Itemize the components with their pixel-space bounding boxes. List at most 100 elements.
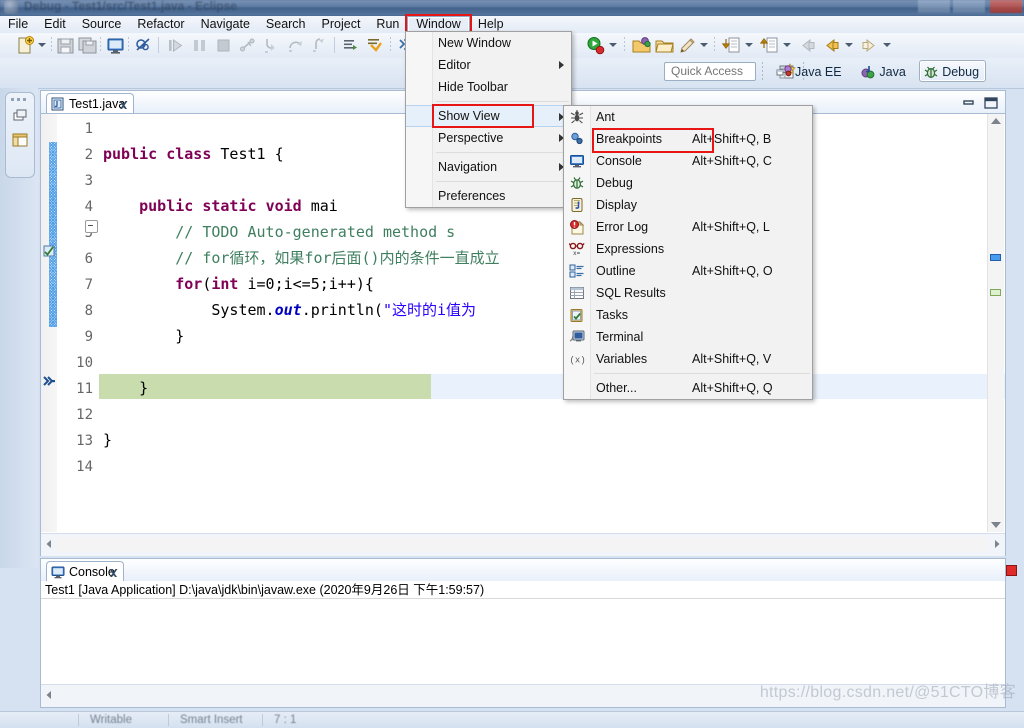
overview-marker-occurrence[interactable] xyxy=(990,289,1001,296)
terminate-icon[interactable] xyxy=(214,36,233,55)
skip-all-breakpoints-icon[interactable] xyxy=(134,36,153,55)
editor-tab-test1-java[interactable]: Test1.java xyxy=(46,93,135,114)
window-menu-item-editor[interactable]: Editor xyxy=(406,54,571,76)
minimize-view-icon[interactable] xyxy=(961,97,977,112)
forward-arrow-icon[interactable] xyxy=(860,36,879,55)
editor-minmax-controls[interactable] xyxy=(961,94,1001,110)
show-view-item-debug[interactable]: Debug xyxy=(564,172,812,194)
step-into-icon[interactable] xyxy=(262,36,281,55)
menubar-item-run[interactable]: Run xyxy=(368,16,407,33)
run-last-tool-icon[interactable] xyxy=(366,36,385,55)
window-controls[interactable] xyxy=(914,0,1024,14)
menubar-item-file[interactable]: File xyxy=(0,16,36,33)
save-all-icon[interactable] xyxy=(78,36,97,55)
minimize-button[interactable] xyxy=(918,0,950,13)
save-icon[interactable] xyxy=(56,36,75,55)
run-dropdown-icon[interactable] xyxy=(609,43,617,47)
window-menu-item-new-window[interactable]: New Window xyxy=(406,32,571,54)
show-view-item-variables[interactable]: (x)= Variables Alt+Shift+Q, V xyxy=(564,348,812,370)
console-output[interactable] xyxy=(41,599,1005,685)
quick-access-input[interactable] xyxy=(664,62,756,81)
hscroll-left-arrow-icon[interactable] xyxy=(43,689,55,704)
close-icon[interactable] xyxy=(118,97,129,109)
console-toggle-icon[interactable] xyxy=(106,36,125,55)
code-line[interactable]: } xyxy=(103,427,112,453)
step-return-icon[interactable] xyxy=(310,36,329,55)
show-view-item-error-log[interactable]: Error Log Alt+Shift+Q, L xyxy=(564,216,812,238)
forward-dropdown-icon[interactable] xyxy=(883,43,891,47)
minimized-view-stack[interactable] xyxy=(5,92,35,178)
editor-vertical-scrollbar[interactable] xyxy=(987,114,1004,532)
close-icon[interactable] xyxy=(108,565,119,577)
import-icon[interactable] xyxy=(721,36,741,55)
menubar-item-project[interactable]: Project xyxy=(314,16,369,33)
import-dropdown-icon[interactable] xyxy=(745,43,753,47)
show-view-item-expressions[interactable]: x= Expressions xyxy=(564,238,812,260)
back-arrow-active-icon[interactable] xyxy=(822,36,841,55)
menubar-item-search[interactable]: Search xyxy=(258,16,314,33)
code-line[interactable]: public class Test1 { xyxy=(103,141,284,167)
menubar-item-edit[interactable]: Edit xyxy=(36,16,74,33)
export-icon[interactable] xyxy=(759,36,779,55)
code-line[interactable]: } xyxy=(103,375,148,401)
overview-marker-task[interactable] xyxy=(990,254,1001,261)
perspective-button-debug[interactable]: Debug xyxy=(919,60,987,82)
code-line[interactable]: // for循环，如果for后面()内的条件一直成立 xyxy=(103,245,499,271)
show-view-item-console[interactable]: Console Alt+Shift+Q, C xyxy=(564,150,812,172)
show-view-item-sql-results[interactable]: SQL Results xyxy=(564,282,812,304)
perspective-button-java-ee[interactable]: Java EE xyxy=(772,60,849,82)
show-view-item-breakpoints[interactable]: Breakpoints Alt+Shift+Q, B xyxy=(564,128,812,150)
new-wizard-dropdown-icon[interactable] xyxy=(38,43,46,47)
menubar-item-navigate[interactable]: Navigate xyxy=(193,16,258,33)
show-view-item-terminal[interactable]: Terminal xyxy=(564,326,812,348)
show-view-item-tasks[interactable]: Tasks xyxy=(564,304,812,326)
close-button[interactable] xyxy=(990,0,1022,13)
open-folder-icon[interactable] xyxy=(655,36,674,55)
menubar-item-refactor[interactable]: Refactor xyxy=(129,16,192,33)
restore-stack-icon[interactable] xyxy=(11,107,29,125)
package-explorer-icon[interactable] xyxy=(11,131,29,149)
export-dropdown-icon[interactable] xyxy=(783,43,791,47)
new-wizard-icon[interactable] xyxy=(16,36,35,55)
disconnect-icon[interactable] xyxy=(238,36,257,55)
editor-horizontal-scrollbar[interactable] xyxy=(57,537,987,552)
window-menu-item-hide-toolbar[interactable]: Hide Toolbar xyxy=(406,76,571,98)
show-view-item-outline[interactable]: Outline Alt+Shift+Q, O xyxy=(564,260,812,282)
step-by-step-icon[interactable] xyxy=(342,36,361,55)
task-marker-icon[interactable] xyxy=(42,244,56,261)
show-view-submenu[interactable]: Ant Breakpoints Alt+Shift+Q, B Console Alt+S… xyxy=(563,105,813,400)
maximize-button[interactable] xyxy=(953,0,985,13)
show-view-item-ant[interactable]: Ant xyxy=(564,106,812,128)
scroll-up-arrow-icon[interactable] xyxy=(991,118,1001,124)
step-over-icon[interactable] xyxy=(286,36,305,55)
window-menu-item-show-view[interactable]: Show View xyxy=(406,105,571,127)
run-icon[interactable] xyxy=(586,36,605,55)
perspective-button-java[interactable]: Java xyxy=(856,60,912,82)
new-element-pen-icon[interactable] xyxy=(678,36,697,55)
code-fold-toggle[interactable] xyxy=(85,220,98,233)
maximize-view-icon[interactable] xyxy=(983,96,999,113)
suspend-icon[interactable] xyxy=(190,36,209,55)
code-line[interactable]: public static void mai xyxy=(103,193,338,219)
console-tab[interactable]: Console xyxy=(46,561,124,582)
pen-dropdown-icon[interactable] xyxy=(700,43,708,47)
window-menu[interactable]: New Window Editor Hide Toolbar Show View Per… xyxy=(405,31,572,208)
window-menu-item-preferences[interactable]: Preferences xyxy=(406,185,571,207)
editor-marker-gutter[interactable] xyxy=(41,114,58,532)
show-view-item-display[interactable]: Display xyxy=(564,194,812,216)
show-view-item-other-[interactable]: Other... Alt+Shift+Q, Q xyxy=(564,377,812,399)
menubar-item-source[interactable]: Source xyxy=(74,16,130,33)
code-line[interactable]: System.out.println("这时的i值为 xyxy=(103,297,476,323)
new-java-project-icon[interactable] xyxy=(632,36,651,55)
resume-icon[interactable] xyxy=(166,36,185,55)
hscroll-left-arrow-icon[interactable] xyxy=(43,538,55,553)
terminate-console-icon[interactable] xyxy=(1003,562,1020,579)
code-line[interactable]: } xyxy=(103,323,184,349)
back-arrow-icon[interactable] xyxy=(798,36,817,55)
code-line[interactable]: for(int i=0;i<=5;i++){ xyxy=(103,271,374,297)
window-menu-item-navigation[interactable]: Navigation xyxy=(406,156,571,178)
code-line[interactable]: // TODO Auto-generated method s xyxy=(103,219,455,245)
scroll-down-arrow-icon[interactable] xyxy=(991,522,1001,528)
hscroll-right-arrow-icon[interactable] xyxy=(991,538,1003,553)
window-menu-item-perspective[interactable]: Perspective xyxy=(406,127,571,149)
